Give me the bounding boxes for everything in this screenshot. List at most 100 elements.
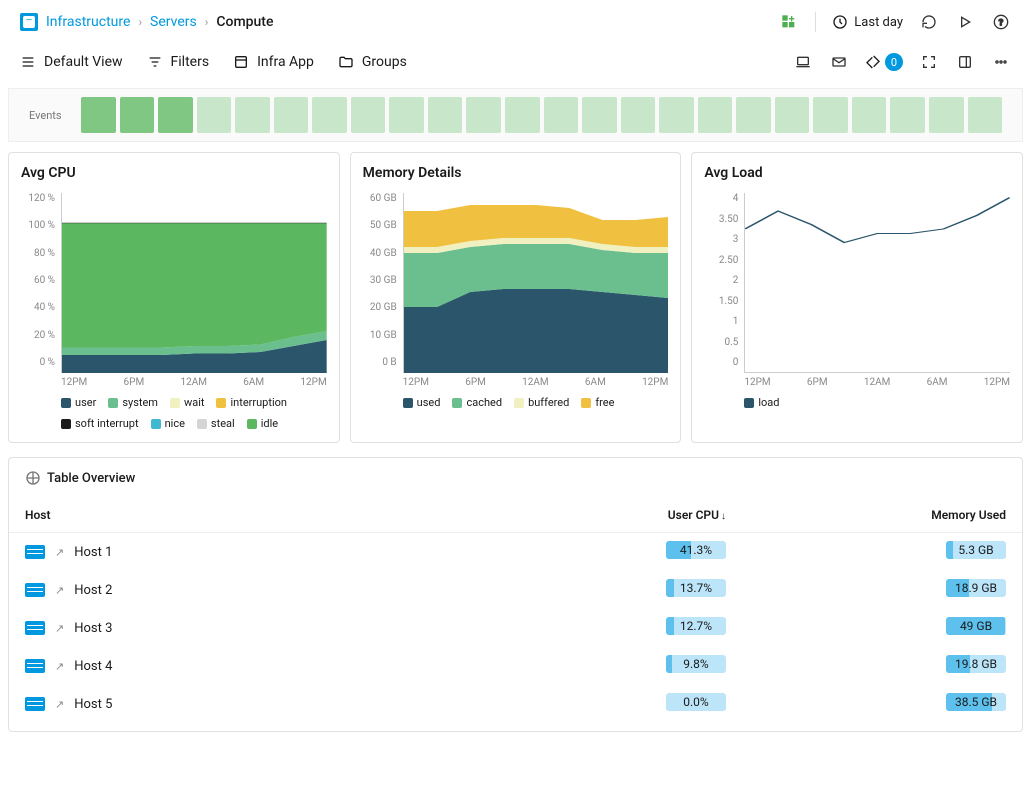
event-bar[interactable] xyxy=(621,97,656,133)
event-bar[interactable] xyxy=(544,97,579,133)
breadcrumb: Infrastructure › Servers › Compute xyxy=(46,14,273,30)
table-row[interactable]: ↗Host 312.7%49 GB xyxy=(9,609,1022,647)
panel-toggle-icon[interactable] xyxy=(955,52,975,72)
refresh-icon[interactable] xyxy=(919,12,939,32)
legend-swatch xyxy=(216,398,226,408)
legend-item[interactable]: used xyxy=(403,396,441,409)
legend-swatch xyxy=(108,398,118,408)
event-bar[interactable] xyxy=(698,97,733,133)
legend-item[interactable]: wait xyxy=(170,396,205,409)
play-icon[interactable] xyxy=(955,12,975,32)
legend-item[interactable]: load xyxy=(744,396,779,409)
table-row[interactable]: ↗ Host 1 41.3% 5.3 GB xyxy=(9,533,1022,572)
event-bar[interactable] xyxy=(120,97,155,133)
svg-text:?: ? xyxy=(999,17,1004,28)
host-name: Host 4 xyxy=(74,659,112,674)
event-bar[interactable] xyxy=(890,97,925,133)
event-bar[interactable] xyxy=(351,97,386,133)
groups-button[interactable]: Groups xyxy=(338,54,407,70)
app-logo-icon[interactable] xyxy=(20,13,38,31)
open-link-icon[interactable]: ↗ xyxy=(55,584,64,597)
legend-item[interactable]: buffered xyxy=(514,396,569,409)
host-icon xyxy=(25,659,45,673)
host-name: Host 3 xyxy=(74,621,112,636)
user-cpu-pill: 41.3% xyxy=(666,541,726,559)
chart-card: Avg Load43.5032.5021.5010.5012PM6PM12AM6… xyxy=(691,152,1023,443)
legend-swatch xyxy=(744,398,754,408)
legend-item[interactable]: system xyxy=(108,396,158,409)
event-bar[interactable] xyxy=(466,97,501,133)
table-row[interactable]: ↗Host 213.7%18.9 GB xyxy=(9,571,1022,609)
more-icon[interactable] xyxy=(991,52,1011,72)
legend-label: nice xyxy=(165,417,185,430)
legend-item[interactable]: soft interrupt xyxy=(61,417,139,430)
host-name: Host 1 xyxy=(74,545,112,560)
laptop-icon[interactable] xyxy=(793,52,813,72)
event-bar[interactable] xyxy=(582,97,617,133)
table-row[interactable]: ↗Host 50.0%38.5 GB xyxy=(9,685,1022,723)
legend-label: wait xyxy=(184,396,205,409)
event-bar[interactable] xyxy=(736,97,771,133)
legend-item[interactable]: cached xyxy=(452,396,502,409)
user-cpu-pill: 12.7% xyxy=(666,617,726,635)
default-view-menu[interactable]: Default View xyxy=(20,54,123,70)
table-title: Table Overview xyxy=(47,471,135,486)
breadcrumb-servers[interactable]: Servers xyxy=(150,14,197,30)
infra-app-label: Infra App xyxy=(257,54,314,70)
add-widget-icon[interactable] xyxy=(779,12,799,32)
legend-swatch xyxy=(170,398,180,408)
event-bar[interactable] xyxy=(81,97,116,133)
col-host[interactable]: Host xyxy=(9,498,462,533)
open-link-icon[interactable]: ↗ xyxy=(55,622,64,635)
event-bar[interactable] xyxy=(968,97,1003,133)
legend-item[interactable]: interruption xyxy=(216,396,287,409)
event-bar[interactable] xyxy=(659,97,694,133)
legend-swatch xyxy=(61,419,71,429)
memory-pill: 38.5 GB xyxy=(946,693,1006,711)
event-bar[interactable] xyxy=(158,97,193,133)
event-bar[interactable] xyxy=(929,97,964,133)
open-link-icon[interactable]: ↗ xyxy=(55,698,64,711)
col-memory-used[interactable]: Memory Used xyxy=(742,498,1022,533)
chevron-right-icon: › xyxy=(138,15,142,29)
event-bar[interactable] xyxy=(505,97,540,133)
host-name: Host 2 xyxy=(74,583,112,598)
chart-card: Memory Details60 GB50 GB40 GB30 GB20 GB1… xyxy=(350,152,682,443)
legend-label: load xyxy=(758,396,779,409)
time-range-selector[interactable]: Last day xyxy=(832,14,903,30)
col-user-cpu[interactable]: User CPU↓ xyxy=(462,498,742,533)
user-cpu-pill: 13.7% xyxy=(666,579,726,597)
alerts-indicator[interactable]: 0 xyxy=(865,53,903,71)
alert-count-badge: 0 xyxy=(885,53,903,71)
fullscreen-icon[interactable] xyxy=(919,52,939,72)
chart-card: Avg CPU120 %100 %80 %60 %40 %20 %0 %12PM… xyxy=(8,152,340,443)
memory-pill: 5.3 GB xyxy=(946,541,1006,559)
table-row[interactable]: ↗Host 49.8%19.8 GB xyxy=(9,647,1022,685)
help-icon[interactable]: ? xyxy=(991,12,1011,32)
event-bar[interactable] xyxy=(274,97,309,133)
open-link-icon[interactable]: ↗ xyxy=(55,546,64,559)
event-bar[interactable] xyxy=(775,97,810,133)
open-link-icon[interactable]: ↗ xyxy=(55,660,64,673)
breadcrumb-current: Compute xyxy=(216,14,273,30)
event-bar[interactable] xyxy=(813,97,848,133)
legend-item[interactable]: steal xyxy=(197,417,235,430)
breadcrumb-infrastructure[interactable]: Infrastructure xyxy=(46,14,130,30)
legend-item[interactable]: idle xyxy=(247,417,278,430)
legend-item[interactable]: nice xyxy=(151,417,185,430)
legend-label: soft interrupt xyxy=(75,417,139,430)
event-bar[interactable] xyxy=(389,97,424,133)
legend-label: idle xyxy=(261,417,278,430)
legend-label: free xyxy=(595,396,614,409)
filters-button[interactable]: Filters xyxy=(147,54,210,70)
legend-item[interactable]: free xyxy=(581,396,614,409)
legend-item[interactable]: user xyxy=(61,396,96,409)
event-bar[interactable] xyxy=(197,97,232,133)
infra-app-button[interactable]: Infra App xyxy=(233,54,314,70)
event-bar[interactable] xyxy=(235,97,270,133)
table-overview-header: Table Overview xyxy=(9,458,1022,498)
event-bar[interactable] xyxy=(852,97,887,133)
event-bar[interactable] xyxy=(428,97,463,133)
mail-icon[interactable] xyxy=(829,52,849,72)
event-bar[interactable] xyxy=(312,97,347,133)
